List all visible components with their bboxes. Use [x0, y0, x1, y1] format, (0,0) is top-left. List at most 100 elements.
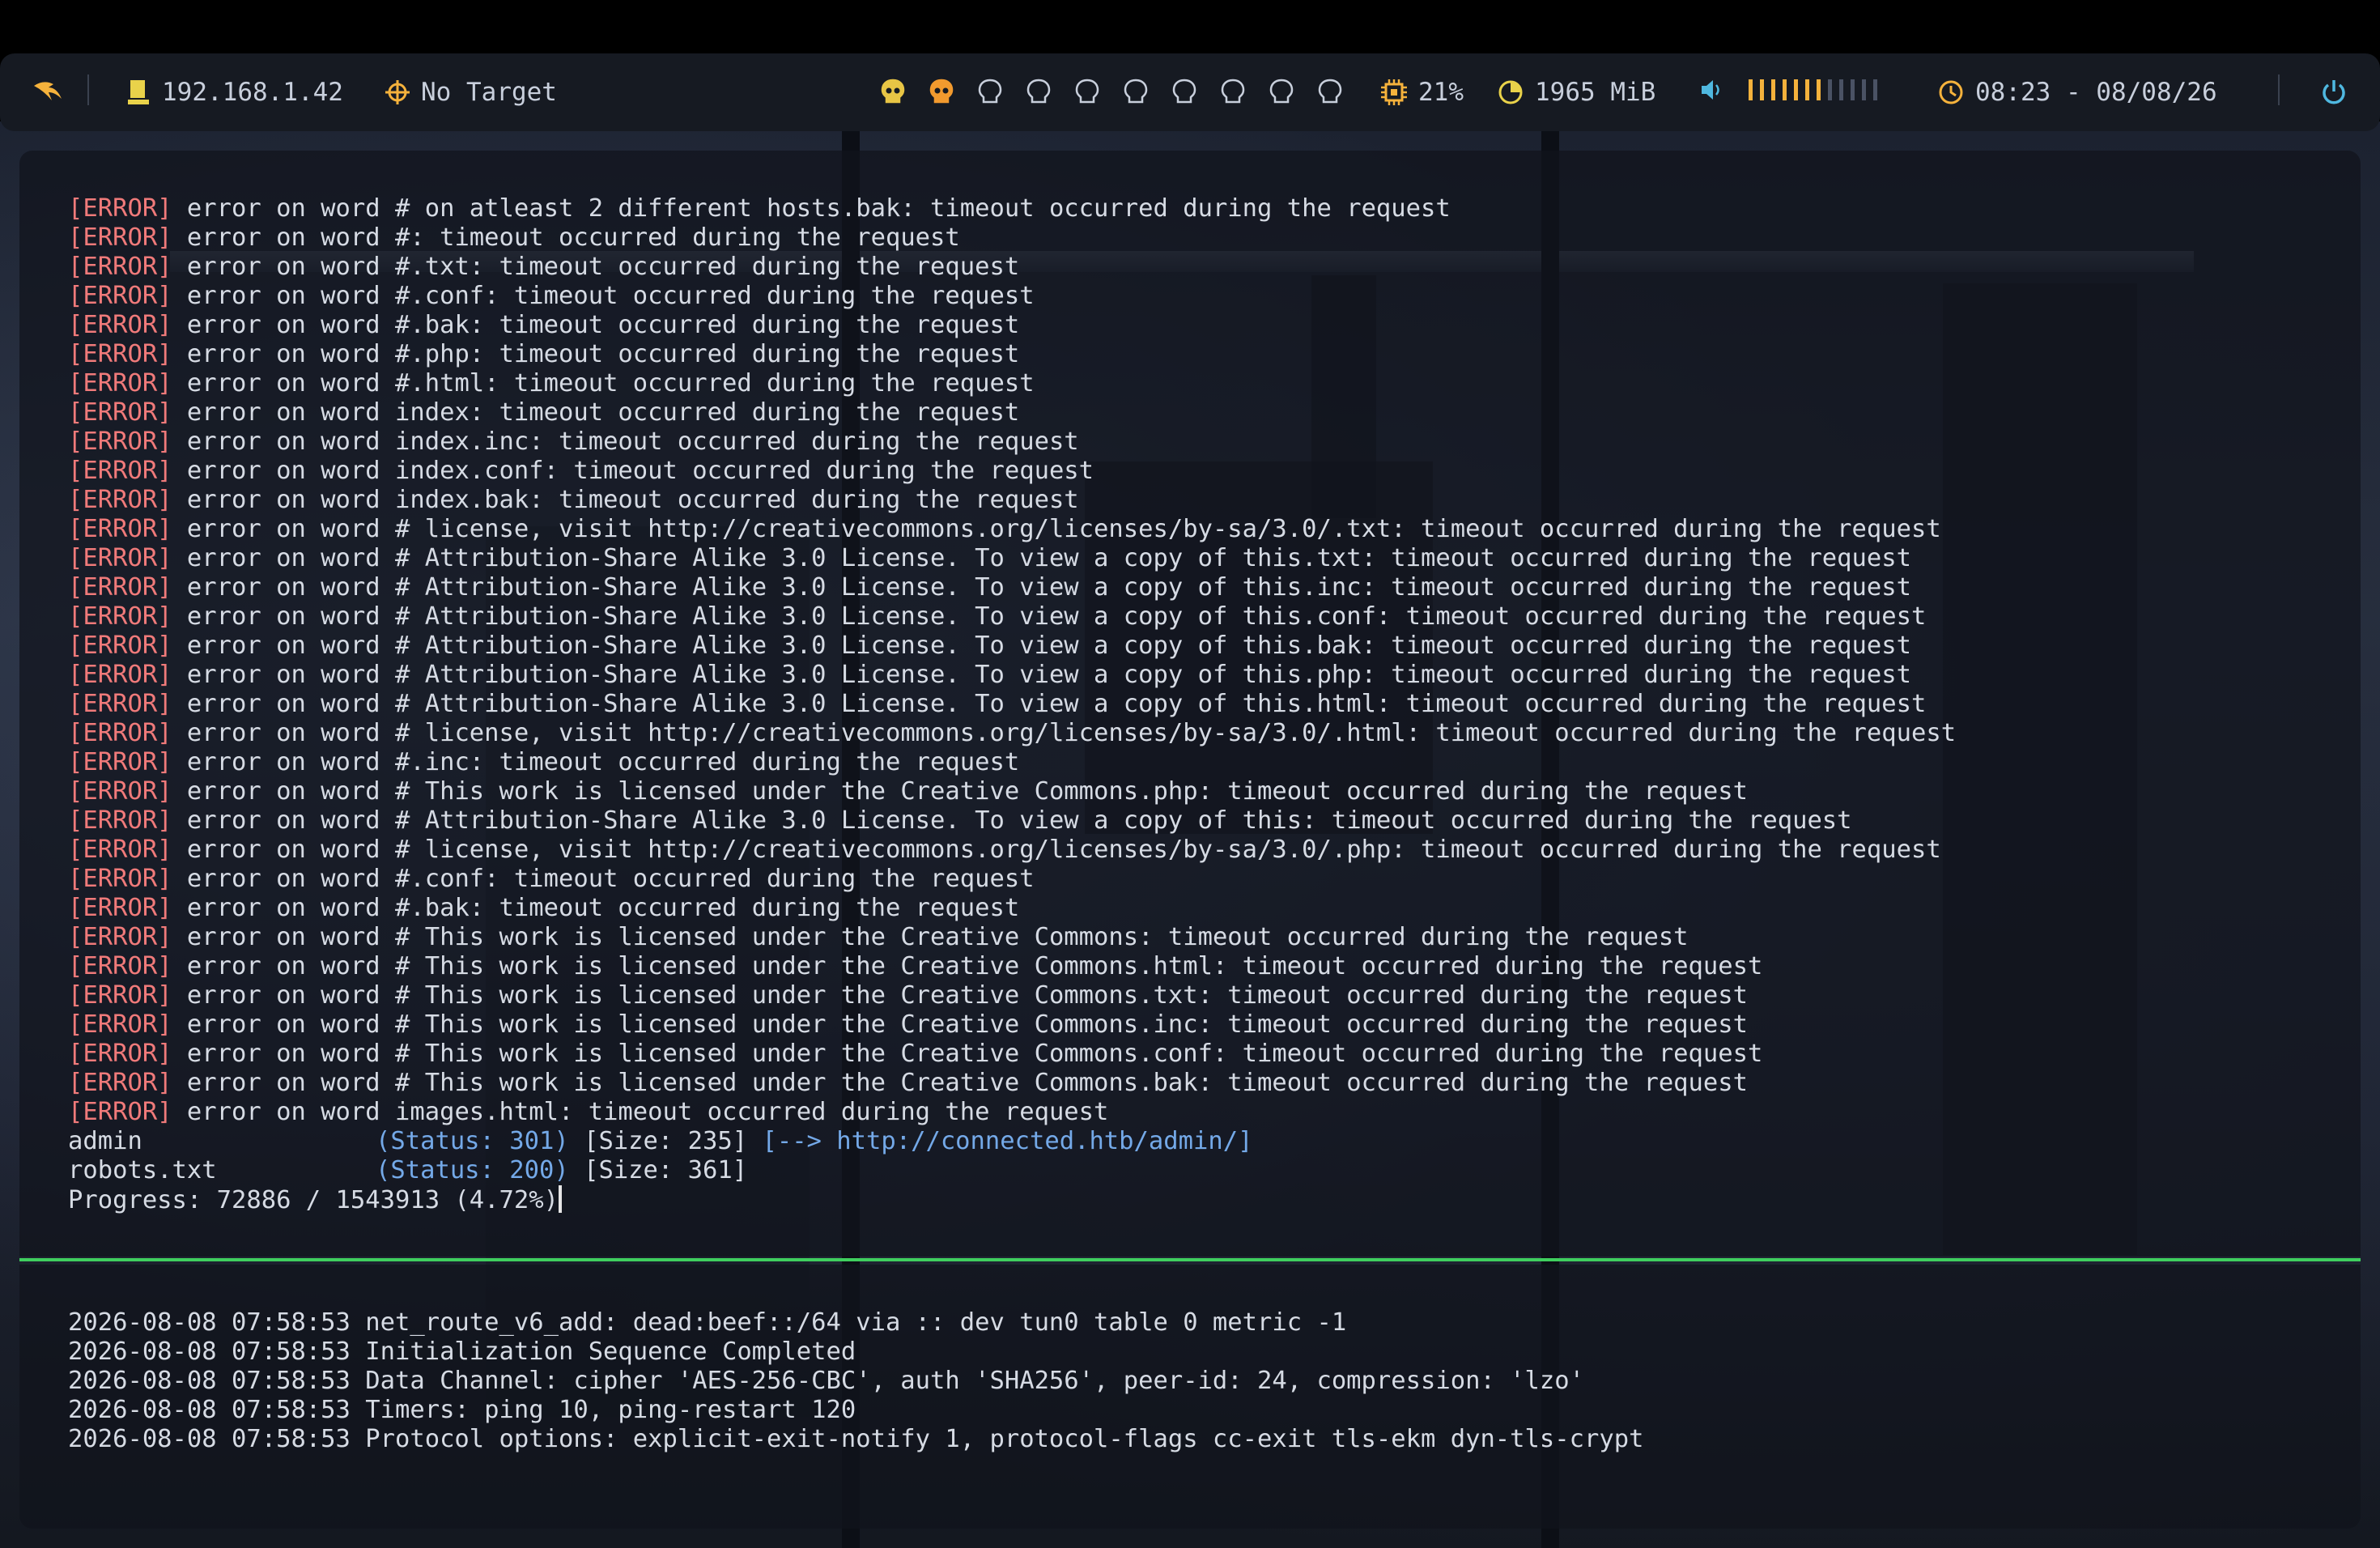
text-cursor — [558, 1185, 562, 1213]
ip-address: 192.168.1.42 — [162, 78, 343, 107]
error-message: error on word # Attribution-Share Alike … — [186, 602, 1927, 631]
error-tag: [ERROR] — [68, 1010, 172, 1039]
cpu-usage: 21% — [1418, 78, 1464, 107]
error-message: error on word index.inc: timeout occurre… — [186, 427, 1079, 456]
error-line: [ERROR] error on word #.conf: timeout oc… — [68, 865, 1956, 894]
error-line: [ERROR] error on word # Attribution-Shar… — [68, 573, 1956, 602]
error-message: error on word #.php: timeout occurred du… — [186, 340, 1020, 368]
error-tag: [ERROR] — [68, 311, 172, 339]
workspace-1-skull-icon[interactable] — [879, 78, 907, 105]
error-tag: [ERROR] — [68, 952, 172, 980]
volume-segment — [1828, 79, 1832, 100]
error-line: [ERROR] error on word #.bak: timeout occ… — [68, 894, 1956, 923]
error-line: [ERROR] error on word # This work is lic… — [68, 777, 1956, 806]
volume-icon — [1702, 80, 1719, 100]
error-tag: [ERROR] — [68, 282, 172, 310]
error-message: error on word # This work is licensed un… — [186, 981, 1748, 1010]
result-status: (Status: 301) — [376, 1127, 569, 1155]
log-line: 2026-08-08 07:58:53 Initialization Seque… — [68, 1337, 856, 1366]
error-tag: [ERROR] — [68, 515, 172, 543]
error-message: error on word #.html: timeout occurred d… — [186, 369, 1035, 398]
progress-line: Progress: 72886 / 1543913 (4.72%) — [68, 1185, 1956, 1214]
error-message: error on word #.conf: timeout occurred d… — [186, 282, 1035, 310]
volume-segment — [1771, 79, 1775, 100]
error-message: error on word # Attribution-Share Alike … — [186, 690, 1927, 718]
error-message: error on word # license, visit http://cr… — [186, 719, 1957, 747]
error-line: [ERROR] error on word #.bak: timeout occ… — [68, 311, 1956, 340]
workspace-8-skull-icon[interactable] — [1219, 78, 1247, 105]
error-message: error on word index.bak: timeout occurre… — [186, 486, 1079, 514]
error-message: error on word #.inc: timeout occurred du… — [186, 748, 1020, 776]
workspace-6-skull-icon[interactable] — [1122, 78, 1150, 105]
error-message: error on word #.txt: timeout occurred du… — [186, 253, 1020, 281]
error-line: [ERROR] error on word # This work is lic… — [68, 952, 1956, 981]
error-line: [ERROR] error on word # This work is lic… — [68, 1010, 1956, 1040]
terminal-pane-gobuster[interactable]: [ERROR] error on word # on atleast 2 dif… — [19, 151, 2361, 1257]
target-label: No Target — [421, 78, 557, 107]
error-tag: [ERROR] — [68, 632, 172, 660]
volume-segment — [1851, 79, 1855, 100]
error-line: [ERROR] error on word #.conf: timeout oc… — [68, 282, 1956, 311]
error-tag: [ERROR] — [68, 398, 172, 427]
volume-segment — [1760, 79, 1764, 100]
workspace-4-skull-icon[interactable] — [1025, 78, 1052, 105]
workspace-9-skull-icon[interactable] — [1268, 78, 1295, 105]
workspace-3-skull-icon[interactable] — [976, 78, 1004, 105]
error-line: [ERROR] error on word # Attribution-Shar… — [68, 544, 1956, 573]
error-message: error on word # license, visit http://cr… — [186, 836, 1941, 864]
error-message: error on word #.conf: timeout occurred d… — [186, 865, 1035, 893]
pane-divider[interactable] — [19, 1258, 2361, 1261]
error-line: [ERROR] error on word # Attribution-Shar… — [68, 602, 1956, 632]
result-path: robots.txt — [68, 1156, 217, 1184]
volume-bar[interactable] — [1749, 79, 1885, 100]
log-line: 2026-08-08 07:58:53 Protocol options: ex… — [68, 1425, 1644, 1453]
terminal-output: 2026-08-08 07:58:53 net_route_v6_add: de… — [68, 1308, 1643, 1454]
error-tag: [ERROR] — [68, 981, 172, 1010]
error-tag: [ERROR] — [68, 894, 172, 922]
error-line: [ERROR] error on word # license, visit h… — [68, 719, 1956, 748]
error-tag: [ERROR] — [68, 865, 172, 893]
workspace-2-skull-icon[interactable] — [928, 78, 955, 105]
error-line: [ERROR] error on word #.html: timeout oc… — [68, 369, 1956, 398]
volume-segment — [1805, 79, 1809, 100]
error-tag: [ERROR] — [68, 1069, 172, 1097]
error-line: [ERROR] error on word # This work is lic… — [68, 1040, 1956, 1069]
volume-segment — [1783, 79, 1787, 100]
error-message: error on word #: timeout occurred during… — [186, 223, 960, 252]
result-status: (Status: 200) — [376, 1156, 569, 1184]
workspace-7-skull-icon[interactable] — [1171, 78, 1198, 105]
volume-segment — [1794, 79, 1798, 100]
result-line: admin (Status: 301) [Size: 235] [--> http… — [68, 1127, 1956, 1156]
error-line: [ERROR] error on word index.conf: timeou… — [68, 457, 1956, 486]
error-tag: [ERROR] — [68, 457, 172, 485]
error-tag: [ERROR] — [68, 836, 172, 864]
terminal-output: [ERROR] error on word # on atleast 2 dif… — [68, 194, 1956, 1214]
error-tag: [ERROR] — [68, 427, 172, 456]
terminal-pane-openvpn[interactable]: 2026-08-08 07:58:53 net_route_v6_add: de… — [19, 1265, 2361, 1529]
workspace-10-skull-icon[interactable] — [1316, 78, 1344, 105]
separator — [2278, 74, 2280, 105]
volume-indicator[interactable] — [1700, 78, 1885, 102]
arch-logo-icon[interactable] — [32, 78, 65, 105]
cpu-icon — [1381, 79, 1407, 105]
result-path: admin — [68, 1127, 142, 1155]
error-line: [ERROR] error on word # license, visit h… — [68, 836, 1956, 865]
error-line: [ERROR] error on word # Attribution-Shar… — [68, 806, 1956, 836]
log-line: 2026-08-08 07:58:53 Timers: ping 10, pin… — [68, 1396, 856, 1424]
log-line: 2026-08-08 07:58:53 net_route_v6_add: de… — [68, 1308, 1347, 1337]
error-line: [ERROR] error on word #.php: timeout occ… — [68, 340, 1956, 369]
power-icon[interactable] — [2320, 78, 2348, 105]
cpu-indicator: 21% — [1381, 78, 1464, 107]
workspace-5-skull-icon[interactable] — [1073, 78, 1101, 105]
error-line: [ERROR] error on word # This work is lic… — [68, 981, 1956, 1010]
error-tag: [ERROR] — [68, 194, 172, 223]
error-message: error on word # This work is licensed un… — [186, 923, 1689, 951]
error-message: error on word #.bak: timeout occurred du… — [186, 311, 1020, 339]
error-line: [ERROR] error on word # license, visit h… — [68, 515, 1956, 544]
error-message: error on word index.conf: timeout occurr… — [186, 457, 1094, 485]
result-size: [Size: 235] — [584, 1127, 748, 1155]
error-message: error on word # Attribution-Share Alike … — [186, 573, 1911, 602]
result-redirect-link[interactable]: [--> http://connected.htb/admin/] — [762, 1127, 1252, 1155]
error-message: error on word # Attribution-Share Alike … — [186, 806, 1852, 835]
error-line: [ERROR] error on word # Attribution-Shar… — [68, 690, 1956, 719]
